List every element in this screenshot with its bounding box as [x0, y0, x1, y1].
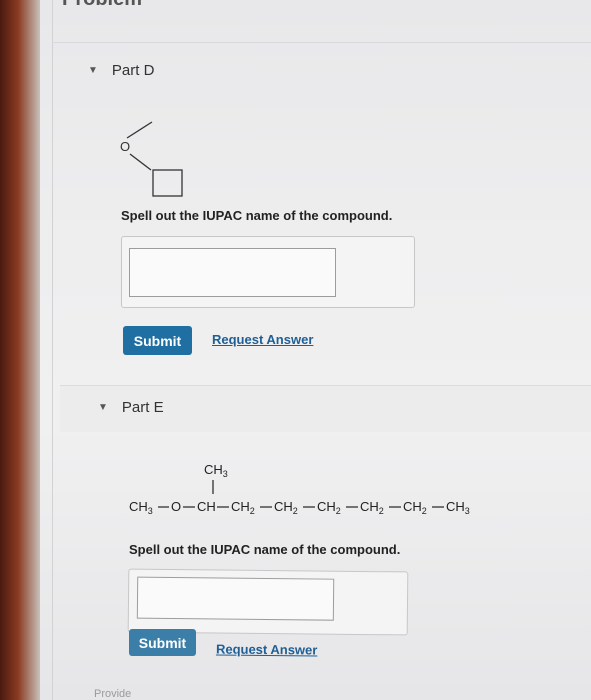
part-d-prompt: Spell out the IUPAC name of the compound…	[121, 208, 393, 223]
chain-atom-oxygen: O	[171, 499, 181, 514]
part-d-label: Part D	[111, 62, 155, 79]
part-d-header[interactable]: ▼ Part D	[88, 62, 154, 79]
chain-atom-ch: CH	[197, 499, 216, 514]
chain-atom-ch2-1: CH2	[231, 499, 255, 516]
part-d-submit-button[interactable]: Submit	[123, 326, 192, 355]
part-d-request-answer-link[interactable]: Request Answer	[212, 332, 313, 347]
methyl-bond	[126, 121, 153, 139]
part-e-answer-container	[127, 568, 409, 636]
chain-atom-ch2-5: CH2	[403, 499, 427, 516]
background-edge	[0, 0, 40, 700]
oxygen-atom-label: O	[120, 139, 130, 154]
part-d-answer-container	[121, 236, 415, 308]
part-e-structure: CH3 CH3 O CH CH2 CH2 CH2 CH2 CH2 CH3	[129, 462, 470, 516]
problem-page: Problem ▼ Part D O Spell out the IUPAC n…	[0, 0, 591, 700]
part-e-header[interactable]: ▼ Part E	[98, 399, 164, 416]
chain-atom-ch3-start: CH3	[129, 499, 153, 516]
page-left-border	[52, 0, 53, 700]
chain-atom-ch3-end: CH3	[446, 499, 470, 516]
chain-atom-ch2-3: CH2	[317, 499, 341, 516]
header-divider	[52, 42, 591, 43]
problem-title-partial: Problem	[62, 0, 142, 11]
part-e-label: Part E	[121, 399, 164, 416]
chain-atom-ch2-2: CH2	[274, 499, 298, 516]
footer-partial-text: Provide	[94, 688, 132, 700]
caret-down-icon[interactable]: ▼	[98, 402, 108, 413]
oxygen-ring-bond	[129, 153, 152, 171]
part-e-prompt: Spell out the IUPAC name of the compound…	[129, 542, 401, 557]
part-e-answer-input[interactable]	[136, 576, 335, 621]
part-d-structure: O	[120, 121, 183, 197]
cyclobutane-ring	[152, 169, 183, 197]
chain-atom-ch2-4: CH2	[360, 499, 384, 516]
caret-down-icon[interactable]: ▼	[88, 65, 98, 76]
branch-methyl-label: CH3	[204, 462, 228, 479]
part-e-request-answer-link[interactable]: Request Answer	[216, 641, 318, 657]
part-e-submit-button[interactable]: Submit	[129, 629, 196, 656]
part-d-answer-input[interactable]	[129, 248, 336, 297]
